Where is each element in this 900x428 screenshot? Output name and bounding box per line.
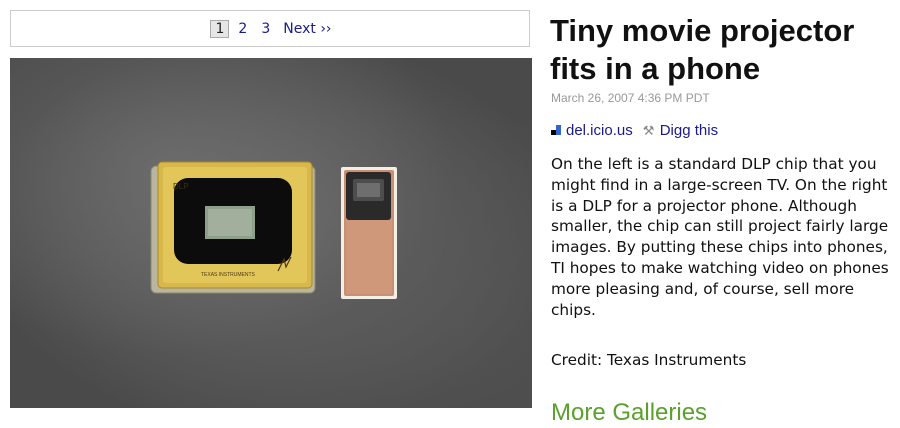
gallery-photo: DLP TEXAS INSTRUMENTS <box>10 58 532 408</box>
article-caption: On the left is a standard DLP chip that … <box>551 155 889 319</box>
social-links: del.icio.us ⚒ Digg this <box>551 122 718 139</box>
article-title: Tiny movie projector fits in a phone <box>550 13 855 86</box>
next-page-link[interactable]: Next ›› <box>283 21 331 37</box>
large-chip-maker: TEXAS INSTRUMENTS <box>201 272 256 278</box>
delicious-link[interactable]: del.icio.us <box>566 122 633 139</box>
pagination-bar: 1 2 3 Next ›› <box>10 10 530 47</box>
more-galleries-heading[interactable]: More Galleries <box>551 398 707 428</box>
article-date: March 26, 2007 4:36 PM PDT <box>551 91 710 105</box>
dlp-chips-image: DLP TEXAS INSTRUMENTS <box>150 161 397 299</box>
page-link-2[interactable]: 2 <box>233 20 252 38</box>
digg-icon: ⚒ <box>642 123 655 138</box>
page-link-1[interactable]: 1 <box>210 19 230 38</box>
large-chip-logo: DLP <box>173 182 189 191</box>
page-link-3[interactable]: 3 <box>256 20 275 38</box>
digg-link[interactable]: Digg this <box>660 122 718 139</box>
delicious-icon <box>551 125 562 136</box>
photo-credit: Credit: Texas Instruments <box>551 351 747 369</box>
